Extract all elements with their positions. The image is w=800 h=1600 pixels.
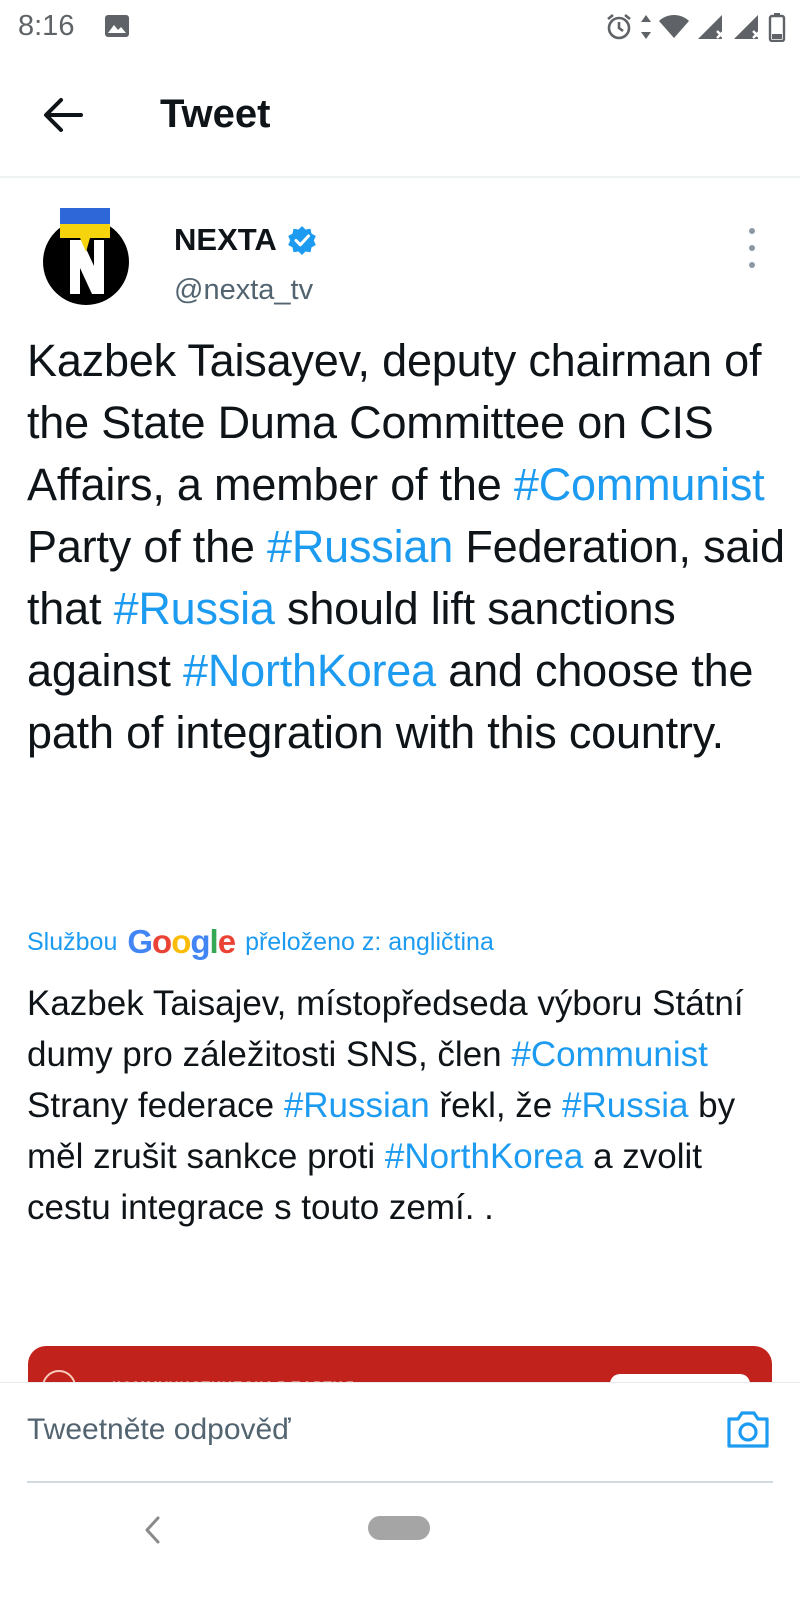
hashtag-link[interactable]: #Russian xyxy=(267,521,453,572)
wifi-icon xyxy=(659,15,689,38)
back-button[interactable] xyxy=(30,82,96,148)
reply-underline xyxy=(27,1481,773,1483)
reply-input[interactable]: Tweetněte odpověď xyxy=(27,1413,291,1447)
data-arrows-icon xyxy=(641,15,651,39)
page-title: Tweet xyxy=(160,92,271,136)
status-icons xyxy=(604,10,786,44)
hashtag-link[interactable]: #Russia xyxy=(114,583,275,634)
google-logo: Google xyxy=(127,923,236,960)
signal-icon xyxy=(734,15,761,39)
alarm-icon xyxy=(607,13,631,40)
nav-back-icon[interactable] xyxy=(138,1510,168,1550)
tweet-text-segment: Party of the xyxy=(27,521,268,572)
image-icon xyxy=(105,15,129,37)
camera-icon[interactable] xyxy=(724,1405,772,1453)
hashtag-link[interactable]: #Russian xyxy=(284,1086,430,1125)
more-vertical-icon[interactable] xyxy=(740,222,764,274)
signal-icon xyxy=(698,15,725,39)
hashtag-link[interactable]: #Communist xyxy=(511,1035,707,1074)
media-card[interactable]: КОММУНИСТИЧЕСКАЯ ПАРТИЯ xyxy=(28,1346,772,1386)
status-bar: 8:16 xyxy=(0,0,800,56)
author-handle[interactable]: @nexta_tv xyxy=(174,274,313,307)
reply-bar: Tweetněte odpověď xyxy=(0,1382,800,1483)
translation-prefix: Službou xyxy=(27,927,118,956)
status-time: 8:16 xyxy=(18,10,75,42)
translation-text-segment: řekl, že xyxy=(429,1086,562,1125)
hashtag-link[interactable]: #Communist xyxy=(514,459,765,510)
author-name[interactable]: NEXTA xyxy=(174,222,317,258)
app-header: Tweet xyxy=(0,56,800,178)
hashtag-link[interactable]: #NorthKorea xyxy=(385,1137,583,1176)
author-row: NEXTA @nexta_tv xyxy=(0,208,800,318)
avatar[interactable] xyxy=(42,208,130,306)
navigation-bar xyxy=(0,1484,800,1600)
author-name-text: NEXTA xyxy=(174,222,277,257)
battery-icon xyxy=(768,13,786,42)
translation-text-segment: Strany federace xyxy=(27,1086,284,1125)
hashtag-link[interactable]: #Russia xyxy=(562,1086,688,1125)
translation-suffix: přeloženo z: angličtina xyxy=(245,927,494,956)
translation-attribution[interactable]: Službou Google přeloženo z: angličtina xyxy=(27,922,494,962)
tweet-text: Kazbek Taisayev, deputy chairman of the … xyxy=(27,330,787,764)
translation-text: Kazbek Taisajev, místopředseda výboru St… xyxy=(27,978,787,1233)
arrow-left-icon xyxy=(44,98,83,132)
verified-badge-icon xyxy=(287,226,316,255)
hashtag-link[interactable]: #NorthKorea xyxy=(183,645,436,696)
nav-home-pill[interactable] xyxy=(368,1516,430,1540)
